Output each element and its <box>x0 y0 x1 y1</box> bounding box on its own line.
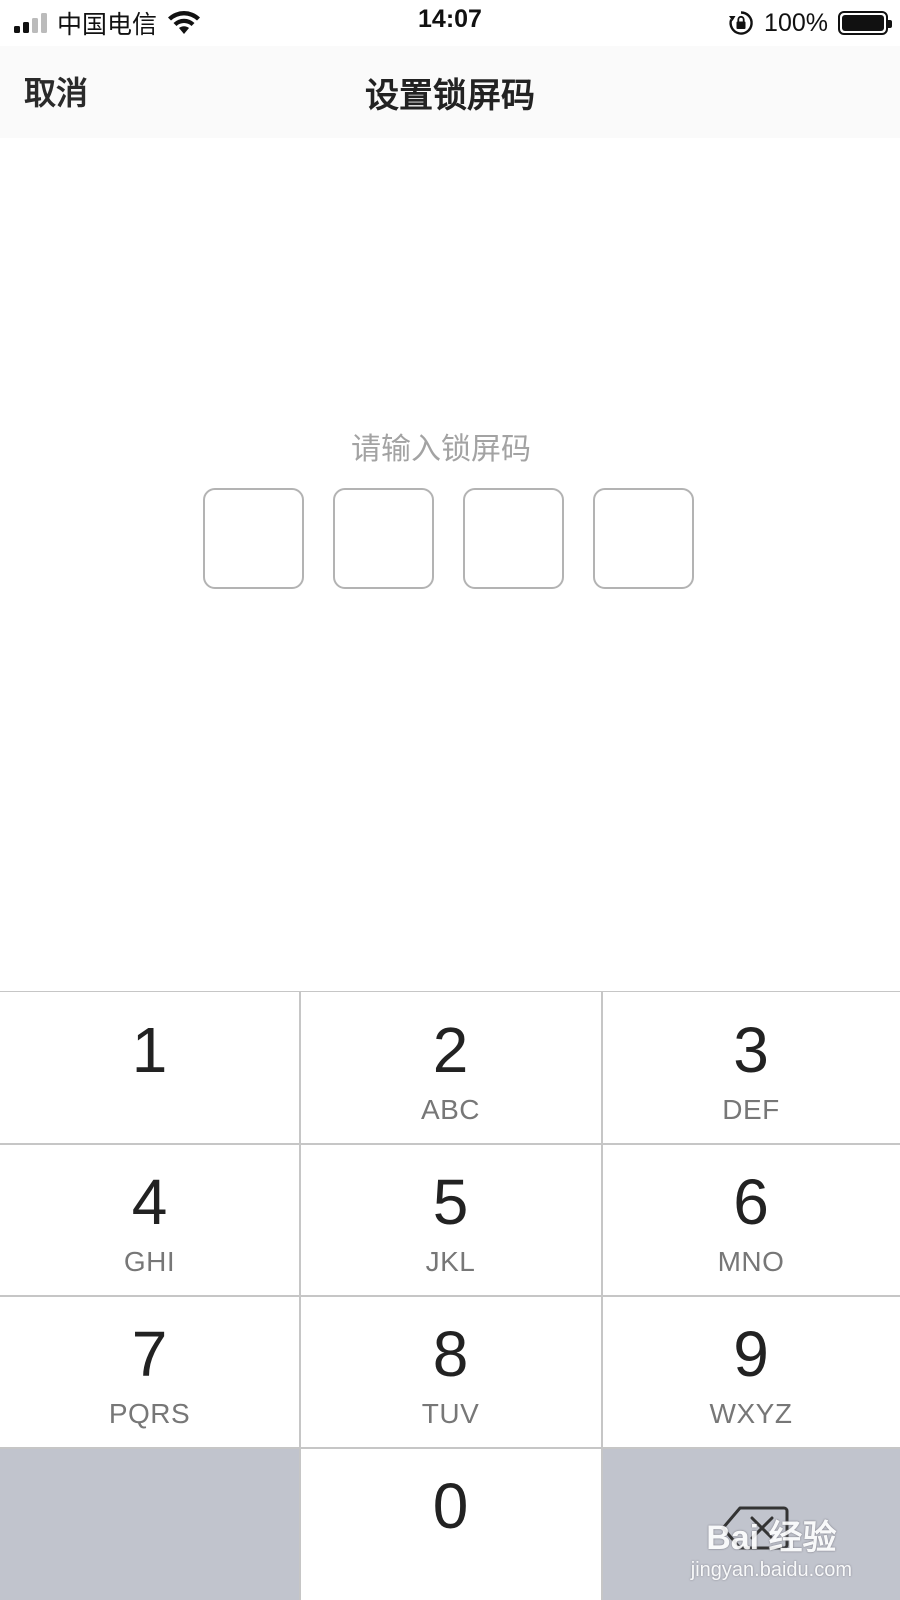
key-3[interactable]: 3 DEF <box>602 992 900 1143</box>
watermark: Bai 经验 jingyan.baidu.com <box>691 1510 852 1582</box>
keypad-divider <box>0 1143 900 1145</box>
key-9[interactable]: 9 WXYZ <box>602 1296 900 1447</box>
key-digit: 1 <box>131 1014 168 1086</box>
battery-icon <box>838 11 892 35</box>
key-letters: DEF <box>722 1094 780 1125</box>
key-letters: ABC <box>420 1094 481 1125</box>
key-1[interactable]: 1 <box>0 992 299 1143</box>
nav-bar: 取消 设置锁屏码 <box>0 46 900 138</box>
key-digit: 2 <box>432 1014 469 1086</box>
battery-cap <box>888 20 892 28</box>
passcode-digit-box[interactable] <box>203 488 304 589</box>
battery-fill <box>842 15 884 31</box>
key-letters: GHI <box>123 1246 176 1277</box>
numeric-keypad: 1 2 ABC 3 DEF 4 GHI 5 JKL 6 MNO 7 PQRS 8… <box>0 991 900 1600</box>
key-digit: 5 <box>432 1166 469 1238</box>
key-2[interactable]: 2 ABC <box>300 992 601 1143</box>
key-7[interactable]: 7 PQRS <box>0 1296 299 1447</box>
battery-percentage: 100% <box>764 8 828 37</box>
watermark-logo: Bai 经验 <box>706 1519 837 1557</box>
key-digit: 3 <box>733 1014 769 1086</box>
passcode-digit-box[interactable] <box>333 488 434 589</box>
key-digit: 6 <box>733 1166 769 1238</box>
key-8[interactable]: 8 TUV <box>300 1296 601 1447</box>
key-digit: 4 <box>131 1166 168 1238</box>
key-letters: TUV <box>421 1398 480 1429</box>
key-letters: WXYZ <box>709 1398 793 1429</box>
key-5[interactable]: 5 JKL <box>300 1144 601 1295</box>
passcode-digit-box[interactable] <box>463 488 564 589</box>
key-letters: MNO <box>717 1246 785 1277</box>
status-bar: 中国电信 14:07 100% <box>0 0 900 46</box>
keypad-divider <box>0 1295 900 1297</box>
empty-key <box>0 1448 299 1600</box>
key-digit: 0 <box>432 1470 469 1542</box>
passcode-prompt: 请输入锁屏码 <box>351 432 531 467</box>
key-digit: 8 <box>432 1318 469 1390</box>
watermark-url: jingyan.baidu.com <box>690 1559 852 1581</box>
key-digit: 7 <box>131 1318 168 1390</box>
passcode-digit-box[interactable] <box>593 488 694 589</box>
key-4[interactable]: 4 GHI <box>0 1144 299 1295</box>
rotation-lock-icon <box>729 11 753 35</box>
key-digit: 9 <box>733 1318 769 1390</box>
status-right: 100% <box>728 7 892 39</box>
key-letters: PQRS <box>108 1398 191 1429</box>
key-letters: JKL <box>425 1246 476 1277</box>
keypad-divider <box>0 1447 900 1449</box>
page-title: 设置锁屏码 <box>365 76 535 116</box>
passcode-input[interactable] <box>203 488 694 589</box>
key-0[interactable]: 0 <box>300 1448 601 1600</box>
key-6[interactable]: 6 MNO <box>602 1144 900 1295</box>
